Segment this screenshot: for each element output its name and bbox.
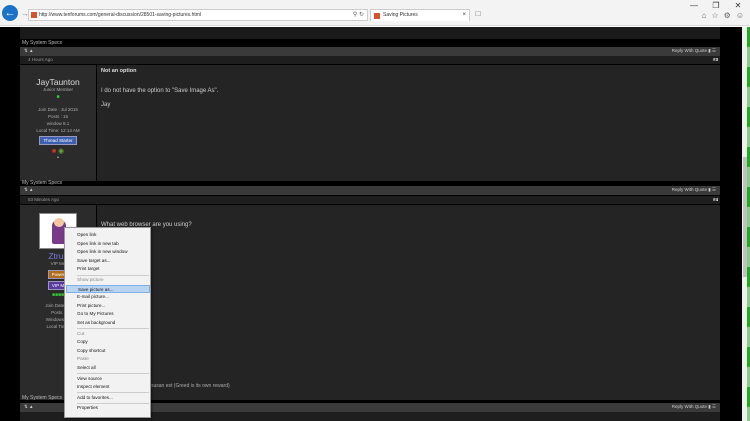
username[interactable]: JayTaunton: [20, 77, 96, 87]
context-menu-item[interactable]: Open link: [66, 231, 150, 239]
post-number[interactable]: #4: [713, 197, 718, 202]
local-time: Local Time: 12:14 AM: [36, 128, 80, 133]
post-message: Not an option I do not have the option t…: [97, 65, 720, 181]
post-action-icons[interactable]: ⇅ ▲: [24, 187, 33, 193]
post-body: I do not have the option to "Save Image …: [101, 88, 219, 94]
post-message: What web browser are you using? susan es…: [97, 205, 720, 400]
tab-close-icon[interactable]: ×: [462, 10, 466, 21]
context-menu-item[interactable]: Go to My Pictures: [66, 310, 150, 318]
context-menu-item[interactable]: Copy shortcut: [66, 347, 150, 355]
tab-title: Saving Pictures: [383, 12, 418, 18]
browser-window: ← → http://www.tenforums.com/general-dis…: [0, 0, 750, 421]
context-menu-item[interactable]: Add to favorites...: [66, 394, 150, 402]
context-menu-item[interactable]: Save picture as...: [66, 284, 150, 293]
context-menu-item: Show picture: [77, 277, 104, 282]
context-menu: Open link Open link in new tab Open link i…: [64, 227, 151, 418]
reply-with-quote-button[interactable]: Reply With Quote ▮ ☰: [672, 404, 716, 410]
close-icon[interactable]: ✕: [730, 1, 746, 10]
system-specs-link[interactable]: My System Specs: [22, 40, 62, 46]
post-count: Posts : 15: [47, 114, 68, 119]
context-menu-item[interactable]: E-mail picture...: [66, 293, 150, 301]
smiley-icon[interactable]: ☺: [736, 11, 744, 20]
address-bar[interactable]: http://www.tenforums.com/general-discuss…: [28, 9, 368, 21]
browser-tool-icons: ⌂ ☆ ⚙ ☺: [702, 11, 744, 20]
user-rank: Junior Member: [42, 87, 73, 92]
favorites-star-icon[interactable]: ☆: [711, 11, 718, 20]
post-title: Not an option: [101, 68, 137, 74]
context-menu-item[interactable]: Properties: [66, 404, 150, 412]
context-menu-item[interactable]: Open link in new tab: [66, 240, 150, 248]
post-toolbar: ⇅ ▲ Reply With Quote ▮ ☰: [20, 186, 720, 195]
post-signature: Jay: [101, 102, 111, 108]
context-menu-item[interactable]: Select all: [66, 364, 150, 372]
post-date: 4 Hours Ago: [28, 57, 53, 62]
site-favicon-icon: [31, 12, 37, 18]
window-controls: — ❐ ✕: [686, 1, 746, 10]
new-tab-button[interactable]: □: [472, 9, 484, 21]
context-menu-item[interactable]: Print picture...: [66, 302, 150, 310]
minimize-icon[interactable]: —: [686, 1, 702, 10]
post-number[interactable]: #3: [713, 57, 718, 62]
online-status-icon: ■: [56, 94, 60, 100]
post-date: 53 Minutes Ago: [28, 197, 60, 202]
post-date-row: 53 Minutes Ago #4: [20, 196, 720, 204]
context-menu-item[interactable]: Copy: [66, 338, 150, 346]
context-menu-item[interactable]: Open link in new window: [66, 248, 150, 256]
context-menu-item[interactable]: View source: [66, 375, 150, 383]
context-menu-item: Paste: [77, 356, 89, 362]
restore-icon[interactable]: ❐: [708, 1, 724, 10]
reply-with-quote-button[interactable]: Reply With Quote ▮ ☰: [672, 48, 716, 54]
browser-tab[interactable]: Saving Pictures ×: [370, 9, 470, 21]
flag-icons: ■ ◉: [51, 148, 65, 155]
post-action-icons[interactable]: ⇅ ▲: [24, 404, 33, 410]
address-search-refresh-icons[interactable]: ⚲ ↻: [353, 10, 364, 20]
browser-chrome: ← → http://www.tenforums.com/general-dis…: [0, 0, 750, 26]
post-action-icons[interactable]: ⇅ ▲: [24, 48, 33, 54]
context-menu-item[interactable]: Set as background: [66, 319, 150, 327]
context-menu-item[interactable]: Inspect element: [66, 383, 150, 391]
post-date-row: 4 Hours Ago #3: [20, 56, 720, 64]
system-specs-link[interactable]: My System Specs: [22, 395, 62, 401]
thread-starter-badge: Thread Starter: [39, 136, 77, 145]
back-button[interactable]: ←: [2, 5, 18, 21]
user-os: window 8.1: [46, 121, 70, 126]
avatar-face: [54, 218, 64, 227]
join-date: Join Date : Jul 2015: [38, 107, 78, 112]
context-menu-item: Cut: [77, 330, 85, 336]
previous-post-tail: [20, 27, 720, 39]
bullet-icon: •: [57, 155, 59, 161]
address-url: http://www.tenforums.com/general-discuss…: [39, 12, 202, 18]
reply-with-quote-button[interactable]: Reply With Quote ▮ ☰: [672, 187, 716, 193]
post-signature: susan est (Greed is its own reward): [151, 383, 230, 389]
settings-gear-icon[interactable]: ⚙: [724, 11, 731, 20]
context-menu-item[interactable]: Save target as...: [66, 257, 150, 265]
context-menu-item[interactable]: Print target: [66, 265, 150, 273]
post-toolbar: ⇅ ▲ Reply With Quote ▮ ☰: [20, 47, 720, 56]
tab-favicon-icon: [374, 13, 380, 19]
home-icon[interactable]: ⌂: [702, 11, 707, 20]
user-info-panel: JayTaunton Junior Member ■ Join Date : J…: [20, 65, 96, 181]
